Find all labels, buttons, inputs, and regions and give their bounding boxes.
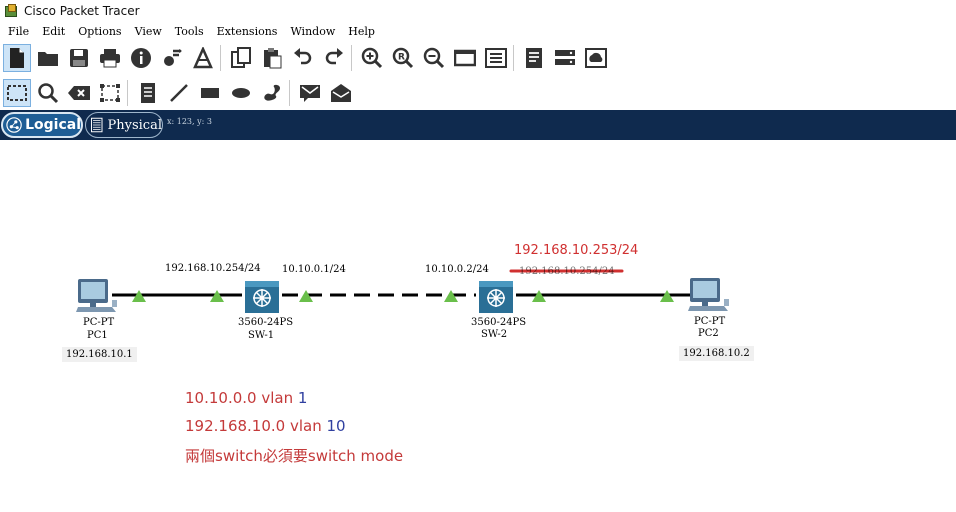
sw2-trunk-ip-label: 10.10.0.2/24 [425, 264, 489, 275]
zoom-out-icon[interactable] [420, 44, 448, 72]
print-icon[interactable] [96, 44, 124, 72]
zoom-in-icon[interactable] [358, 44, 386, 72]
sw1-vlan10-ip-label: 192.168.10.254/24 [165, 263, 261, 274]
note-line-2-text: 192.168.10.0 vlan [185, 417, 327, 435]
redo-icon[interactable] [320, 44, 348, 72]
ipc-icon[interactable] [551, 44, 579, 72]
tools-toolbar [0, 77, 956, 109]
tab-logical[interactable]: Logical [1, 112, 83, 138]
cluster-icon[interactable] [582, 44, 610, 72]
note-line-1-text: 10.10.0.0 vlan [185, 389, 298, 407]
svg-text:R: R [398, 53, 405, 63]
sw2-model: 3560-24PS [471, 317, 527, 328]
new-file-icon[interactable] [3, 44, 31, 72]
menu-window[interactable]: Window [285, 25, 340, 38]
note-line-2-vlan: 10 [326, 417, 346, 435]
note-line-1-vlan: 1 [297, 389, 308, 407]
draw-rectangle-icon[interactable] [196, 79, 224, 107]
paste-icon[interactable] [258, 44, 286, 72]
resize-shape-icon[interactable] [96, 79, 124, 107]
menu-edit[interactable]: Edit [37, 25, 70, 38]
cursor-coordinates: x: 123, y: 3 [167, 117, 212, 126]
sw1-name: SW-1 [248, 330, 275, 341]
tab-logical-label: Logical [25, 117, 81, 133]
copy-icon[interactable] [227, 44, 255, 72]
zoom-reset-icon[interactable]: R [389, 44, 417, 72]
info-icon[interactable] [127, 44, 155, 72]
physical-rack-icon [91, 117, 103, 133]
pc1-model: PC-PT [83, 317, 115, 328]
inspect-icon[interactable] [34, 79, 62, 107]
save-icon[interactable] [65, 44, 93, 72]
tab-physical[interactable]: Physical [85, 112, 163, 138]
activity-wizard-icon[interactable] [189, 44, 217, 72]
sw2-icon[interactable] [475, 280, 517, 314]
workspace-tab-bar: Logical Physical x: 123, y: 3 [0, 110, 956, 140]
logical-workspace-canvas[interactable]: PC-PT PC1 192.168.10.1 3560-24PS SW-1 35… [0, 140, 956, 512]
draw-line-icon[interactable] [165, 79, 193, 107]
pc1-name: PC1 [87, 330, 108, 341]
sw1-model: 3560-24PS [238, 317, 294, 328]
main-toolbar: R [0, 42, 956, 74]
pc2-name: PC2 [698, 328, 719, 339]
note-line-2: 192.168.10.0 vlan 10 [185, 417, 346, 435]
add-complex-pdu-icon[interactable] [327, 79, 355, 107]
note-line-3: 兩個switch必須要switch mode [185, 447, 404, 465]
sw2-name: SW-2 [481, 329, 508, 340]
select-icon[interactable] [3, 79, 31, 107]
sw2-old-ip-label: 192.168.10.254/24 [519, 266, 615, 277]
pc2-ip-label: 192.168.10.2 [679, 346, 754, 361]
freeform-icon[interactable] [258, 79, 286, 107]
menu-bar: File Edit Options View Tools Extensions … [0, 22, 956, 40]
menu-tools[interactable]: Tools [170, 25, 209, 38]
menu-view[interactable]: View [130, 25, 167, 38]
menu-help[interactable]: Help [343, 25, 380, 38]
menu-file[interactable]: File [3, 25, 34, 38]
sw2-new-ip-annotation: 192.168.10.253/24 [514, 243, 639, 258]
view-command-log-icon[interactable] [520, 44, 548, 72]
pc1-icon[interactable] [76, 278, 118, 314]
add-simple-pdu-icon[interactable] [296, 79, 324, 107]
custom-device-dialog-icon[interactable] [482, 44, 510, 72]
pc1-ip-label: 192.168.10.1 [62, 347, 137, 362]
undo-icon[interactable] [289, 44, 317, 72]
place-note-icon[interactable] [134, 79, 162, 107]
note-line-1: 10.10.0.0 vlan 1 [185, 389, 307, 407]
pc2-icon[interactable] [688, 277, 730, 313]
sw1-icon[interactable] [241, 280, 283, 314]
window-title: Cisco Packet Tracer [24, 4, 140, 18]
menu-options[interactable]: Options [73, 25, 126, 38]
packet-tracer-logo-icon [4, 4, 18, 18]
open-folder-icon[interactable] [34, 44, 62, 72]
logical-topology-icon [6, 117, 22, 133]
network-wizard-icon[interactable] [158, 44, 186, 72]
drawing-palette-icon[interactable] [451, 44, 479, 72]
pc2-model: PC-PT [694, 316, 726, 327]
tab-physical-label: Physical [107, 117, 162, 133]
menu-extensions[interactable]: Extensions [212, 25, 283, 38]
delete-icon[interactable] [65, 79, 93, 107]
sw1-trunk-ip-label: 10.10.0.1/24 [282, 264, 346, 275]
title-bar: Cisco Packet Tracer [0, 0, 956, 22]
draw-ellipse-icon[interactable] [227, 79, 255, 107]
